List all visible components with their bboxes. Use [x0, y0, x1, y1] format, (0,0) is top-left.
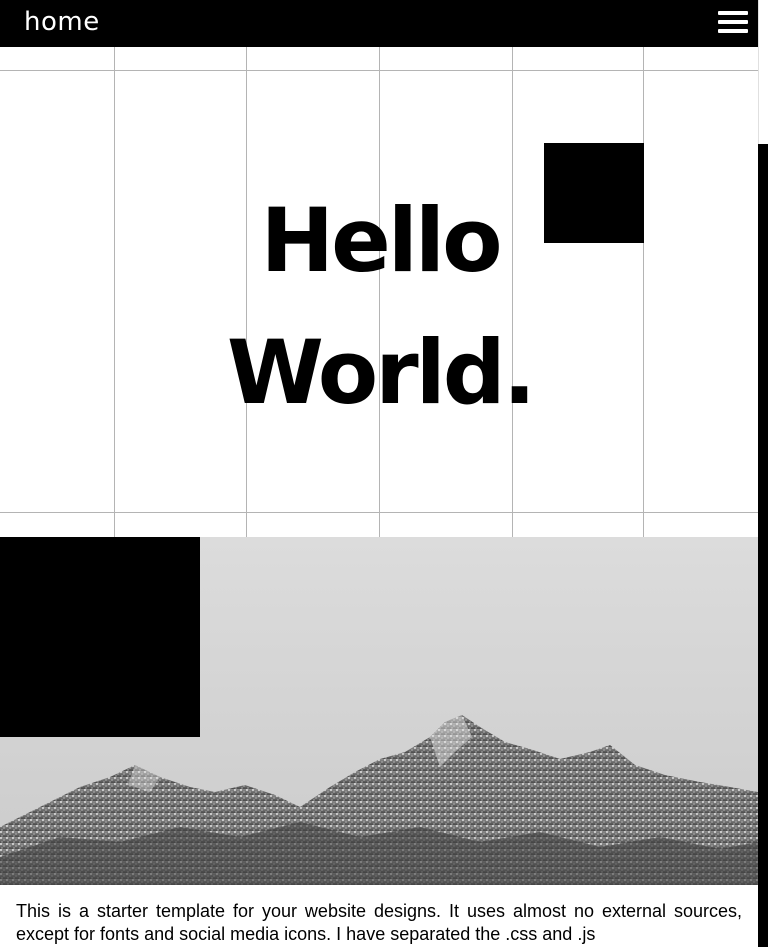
menu-bar-line	[718, 20, 748, 24]
hero-grid-section: Hello World.	[0, 47, 758, 537]
top-nav-bar: home	[0, 0, 758, 47]
scrollbar-thumb[interactable]	[758, 144, 768, 947]
hamburger-menu-icon[interactable]	[718, 8, 748, 38]
home-link[interactable]: home	[24, 4, 100, 40]
page: home Hello World. This is a starter temp…	[0, 0, 758, 947]
menu-bar-line	[718, 29, 748, 33]
menu-bar-line	[718, 11, 748, 15]
mountain-range-photo	[0, 537, 758, 885]
hero-title-line: World.	[226, 321, 536, 424]
intro-paragraph: This is a starter template for your webs…	[16, 901, 742, 944]
grid-line	[114, 47, 115, 537]
scrollbar[interactable]	[758, 0, 768, 947]
black-square-decoration	[0, 537, 200, 737]
grid-line	[643, 47, 644, 537]
hero-title-line: Hello	[260, 189, 502, 292]
hero-title: Hello World.	[180, 175, 580, 439]
